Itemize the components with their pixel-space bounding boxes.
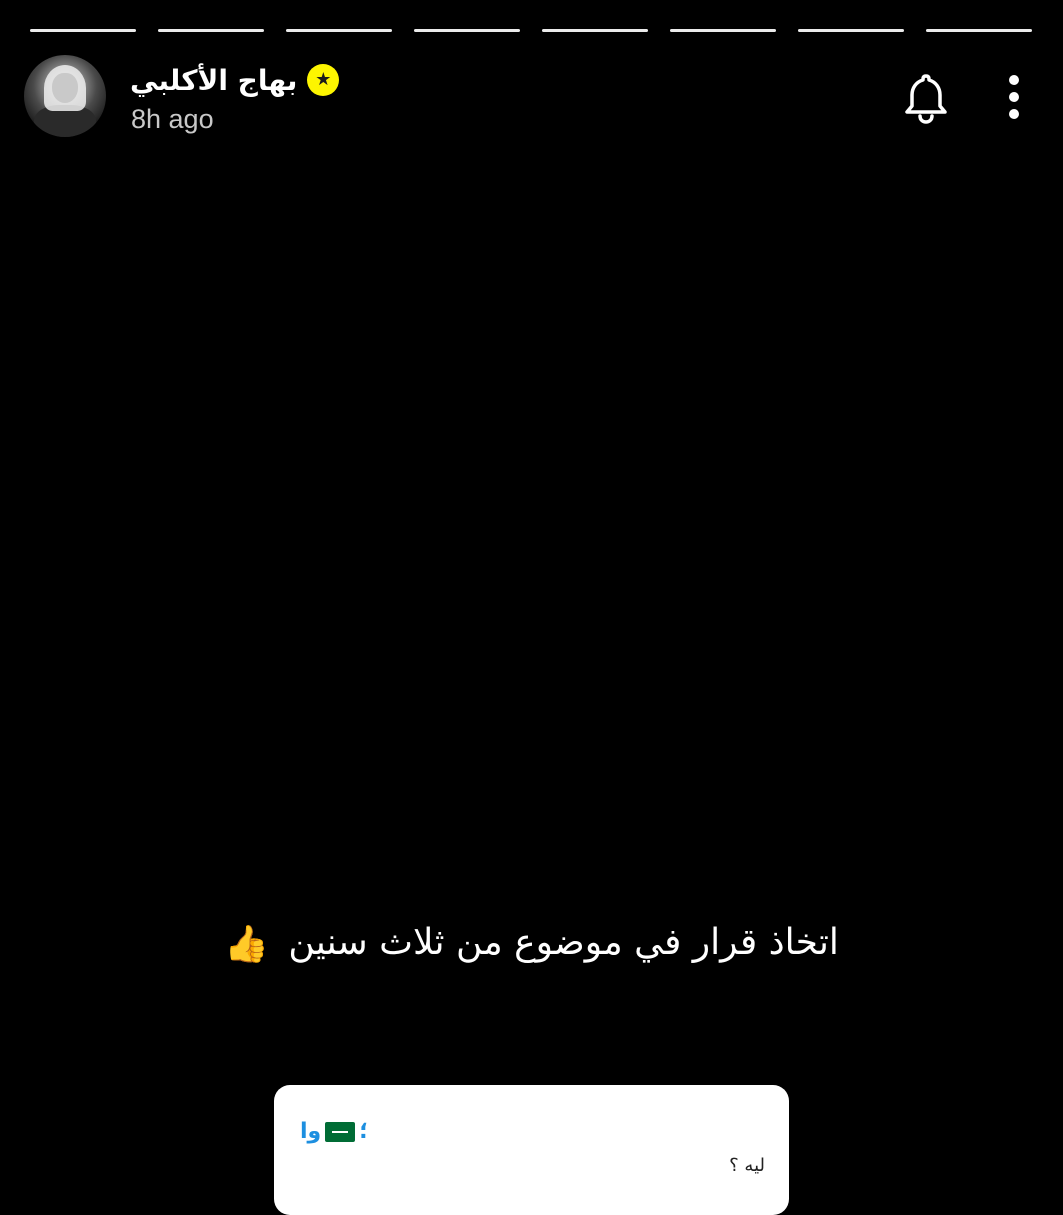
progress-segment	[414, 29, 520, 32]
more-vertical-icon[interactable]	[998, 74, 1030, 122]
star-badge-icon: ★	[307, 64, 340, 96]
avatar-face-shape	[52, 73, 78, 103]
story-progress-bar	[30, 29, 1032, 32]
progress-segment	[926, 29, 1032, 32]
reply-card[interactable]: وا ؛ ليه ؟	[274, 1085, 789, 1215]
story-timestamp: 8h ago	[131, 104, 214, 134]
reply-sender-name: وا	[300, 1119, 322, 1144]
progress-segment	[286, 29, 392, 32]
thumbs-up-icon: 👍	[224, 924, 269, 965]
username[interactable]: بهاج الأكلبي	[130, 64, 297, 97]
story-caption: اتخاذ قرار في موضوع من ثلاث سنين 👍	[0, 922, 1063, 965]
progress-segment	[30, 29, 136, 32]
bell-icon[interactable]	[902, 72, 950, 124]
username-row[interactable]: بهاج الأكلبي ★	[130, 60, 340, 100]
reply-sender-suffix: ؛	[359, 1119, 369, 1144]
profile-avatar[interactable]	[24, 55, 106, 137]
reply-sender: وا ؛	[300, 1119, 368, 1144]
progress-segment	[670, 29, 776, 32]
progress-segment	[798, 29, 904, 32]
caption-text: اتخاذ قرار في موضوع من ثلاث سنين	[288, 922, 839, 963]
reply-message: ليه ؟	[729, 1155, 765, 1176]
progress-segment	[542, 29, 648, 32]
saudi-flag-icon	[325, 1121, 356, 1142]
progress-segment	[158, 29, 264, 32]
